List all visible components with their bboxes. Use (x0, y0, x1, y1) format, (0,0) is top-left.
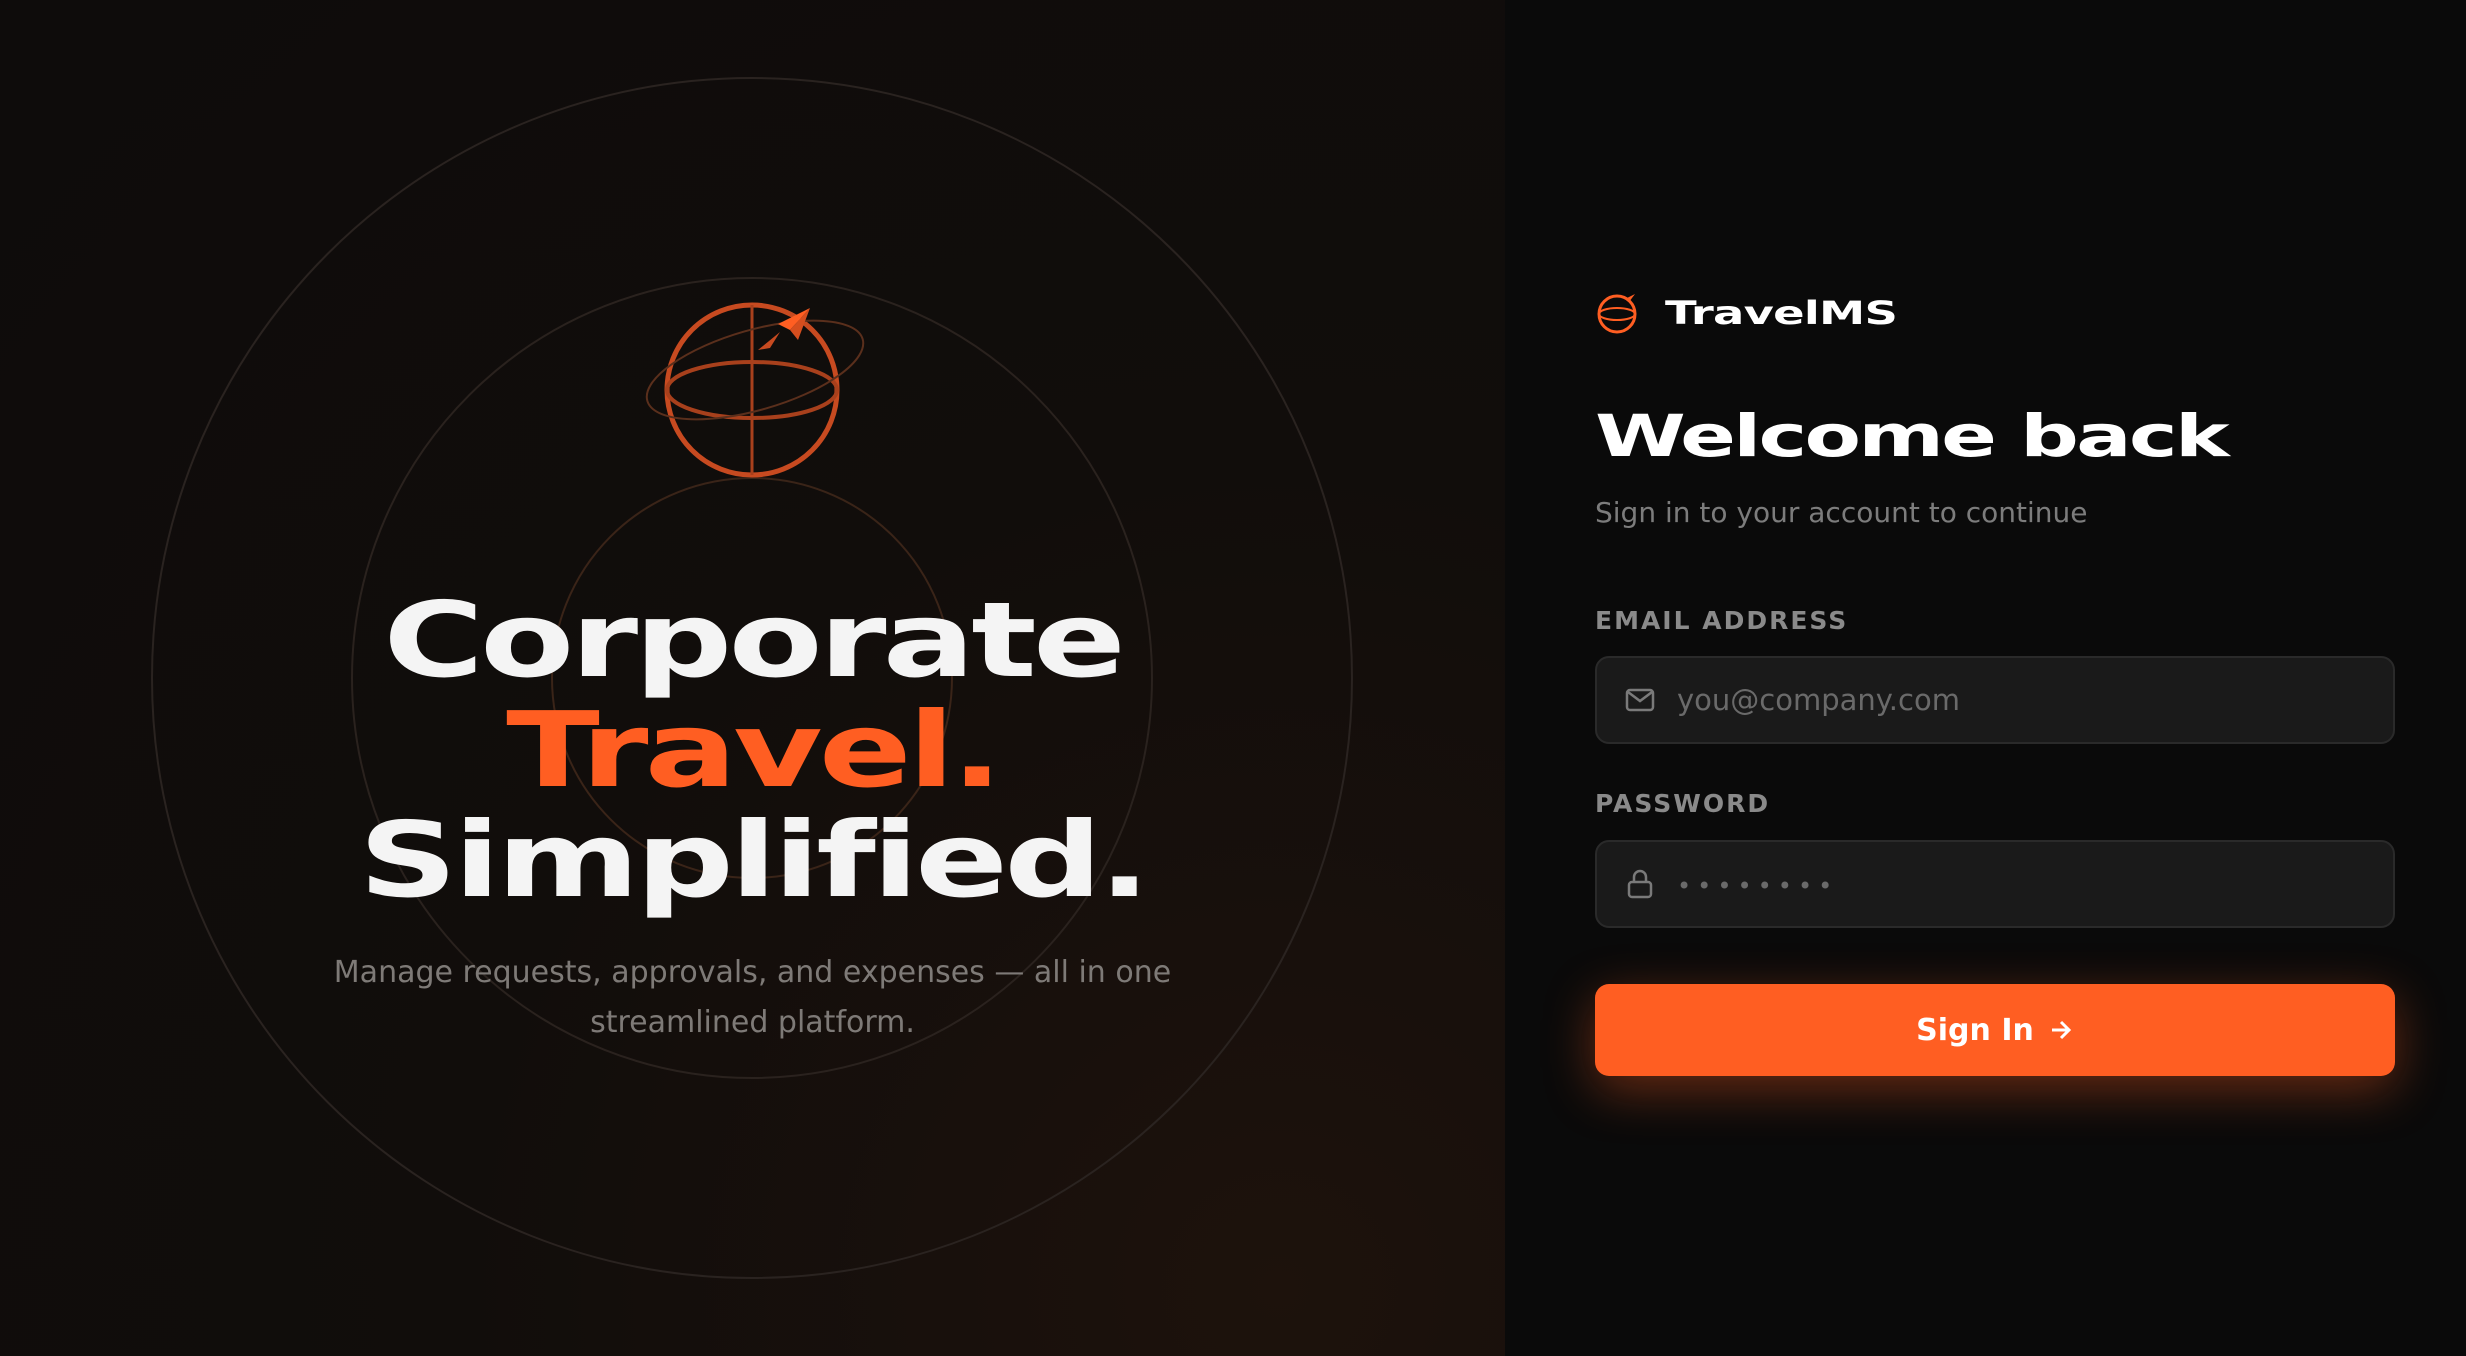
mail-icon (1623, 683, 1657, 717)
sign-in-button[interactable]: Sign In (1595, 984, 2395, 1076)
brand-name: TravelMS (1665, 294, 1898, 332)
brand: TravelMS (1595, 290, 1898, 336)
email-input[interactable] (1677, 670, 2367, 730)
password-label: PASSWORD (1595, 789, 1771, 818)
welcome-heading: Welcome back (1595, 402, 2230, 470)
hero-title-line-1: Corporate (383, 579, 1126, 701)
login-page: Corporate Travel. Simplified. Manage req… (0, 0, 2466, 1356)
globe-logo-icon (1597, 294, 1637, 334)
email-label: EMAIL ADDRESS (1595, 606, 1849, 635)
hero-title-accent: Travel. (506, 689, 1003, 811)
arrow-right-icon (2051, 1020, 2071, 1040)
hero-title: Corporate Travel. Simplified. (0, 585, 1505, 915)
hero-subtitle: Manage requests, approvals, and expenses… (333, 955, 1172, 1040)
sign-in-label: Sign In (1916, 1012, 2034, 1048)
lock-icon (1623, 867, 1657, 901)
password-input[interactable] (1677, 854, 2367, 914)
welcome-subheading: Sign in to your account to continue (1595, 496, 2088, 529)
globe-plane-icon (645, 302, 865, 478)
hero-title-line-3: Simplified. (358, 799, 1151, 921)
password-field-wrapper (1595, 840, 2395, 928)
hero-panel: Corporate Travel. Simplified. Manage req… (0, 0, 1505, 1356)
signin-panel: TravelMS Welcome back Sign in to your ac… (1505, 0, 2466, 1356)
email-field-wrapper (1595, 656, 2395, 744)
